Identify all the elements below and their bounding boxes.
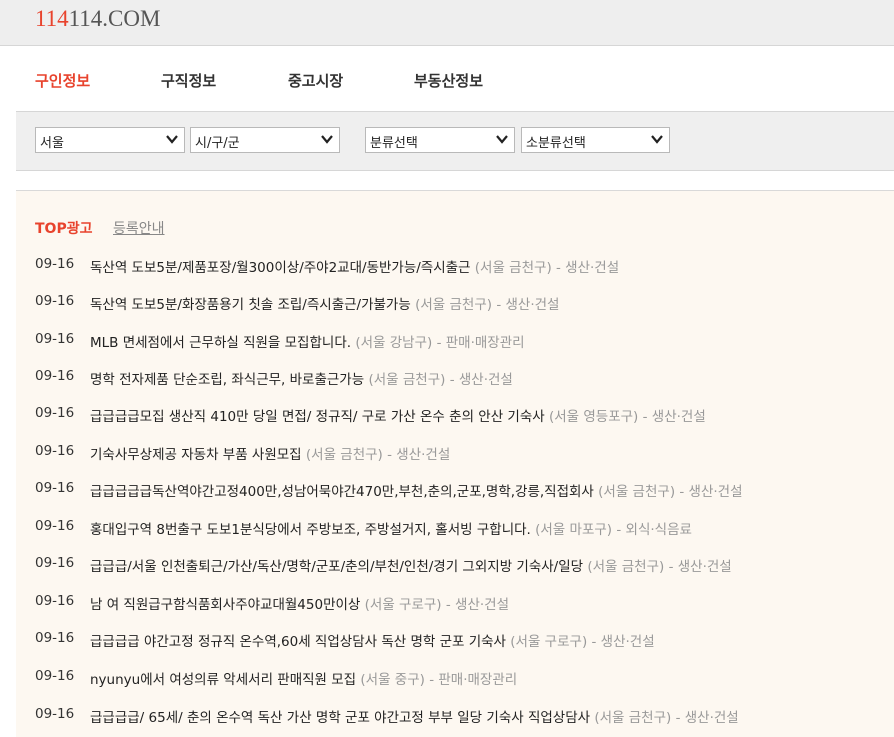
listing-category: - 생산·건설 [387, 447, 451, 463]
listing-title[interactable]: 급급급급모집 생산직 410만 당일 면접/ 정규직/ 구로 가산 온수 춘의 … [90, 409, 545, 425]
filter-bar: 서울 시/구/군 분류선택 소분류선택 [16, 111, 894, 171]
listing-location: (서울 마포구) [535, 522, 613, 538]
chevron-down-icon [651, 135, 663, 144]
listing-title[interactable]: 급급급/서울 인천출퇴근/가산/독산/명학/군포/춘의/부천/인천/경기 그외지… [90, 559, 583, 575]
top-ad-header: TOP광고 등록안내 [35, 218, 165, 238]
listing-location: (서울 금천구) [474, 260, 552, 276]
listing-category: - 생산·건설 [445, 597, 510, 613]
listing-category: - 생산·건설 [449, 372, 513, 388]
listing-location: (서울 금천구) [594, 710, 672, 726]
listing-title[interactable]: 홍대입구역 8번출구 도보1분식당에서 주방보조, 주방설거지, 홀서빙 구합니… [90, 522, 531, 538]
subcategory-select-value: 소분류선택 [526, 136, 586, 151]
listing-date: 09-16 [35, 405, 75, 421]
listing-title[interactable]: 독산역 도보5분/제품포장/월300이상/주야2교대/동반가능/즉시출근 [90, 260, 470, 276]
listing-date: 09-16 [35, 331, 75, 347]
listing-title[interactable]: 급급급급/ 65세/ 춘의 온수역 독산 가산 명학 군포 야간고정 부부 일당… [90, 710, 590, 726]
listing-date: 09-16 [35, 293, 75, 309]
listing-title[interactable]: 독산역 도보5분/화장품용기 칫솔 조립/즉시출근/가불가능 [90, 297, 411, 313]
listing-date: 09-16 [35, 593, 75, 609]
nav-item-real-estate[interactable]: 부동산정보 [414, 70, 483, 91]
listing-title[interactable]: 급급급급 야간고정 정규직 온수역,60세 직업상담사 독산 명학 군포 기숙사 [90, 634, 506, 650]
listing-category: - 생산·건설 [668, 559, 732, 575]
listing-location: (서울 금천구) [415, 297, 493, 313]
listing-category: - 판매·매장관리 [429, 672, 518, 688]
listing-location: (서울 구로구) [510, 634, 588, 650]
category-select[interactable]: 분류선택 [365, 127, 515, 153]
listing-location: (서울 중구) [360, 672, 425, 688]
listing-category: - 판매·매장관리 [436, 335, 525, 351]
listing-date: 09-16 [35, 630, 75, 646]
nav-item-job-offers[interactable]: 구인정보 [35, 70, 90, 91]
listing-date: 09-16 [35, 368, 75, 384]
listing-title[interactable]: MLB 면세점에서 근무하실 직원을 모집합니다. [90, 335, 351, 351]
listing-category: - 생산·건설 [556, 260, 620, 276]
logo-text: 114.COM [68, 6, 161, 31]
listing-title[interactable]: 명학 전자제품 단순조립, 좌식근무, 바로출근가능 [90, 372, 364, 388]
nav-item-job-seekers[interactable]: 구직정보 [161, 70, 216, 91]
listing-category: - 생산·건설 [679, 484, 743, 500]
listing-category: - 생산·건설 [496, 297, 560, 313]
listing-title[interactable]: 남 여 직원급구함식품회사주야교대월450만이상 [90, 597, 360, 613]
site-logo[interactable]: 114114.COM [35, 6, 160, 32]
listing-date: 09-16 [35, 480, 75, 496]
listing-panel: TOP광고 등록안내 09-16 독산역 도보5분/제품포장/월300이상/주야2… [16, 190, 894, 737]
chevron-down-icon [321, 135, 333, 144]
listing-location: (서울 금천구) [587, 559, 665, 575]
listing-location: (서울 강남구) [355, 335, 433, 351]
nav-item-used-market[interactable]: 중고시장 [288, 70, 343, 91]
top-ad-label: TOP광고 [35, 221, 93, 237]
top-bar: 114114.COM [0, 0, 894, 46]
listing-category: - 생산·건설 [642, 409, 706, 425]
listing-category: - 생산·건설 [591, 634, 655, 650]
region-select-value: 서울 [40, 136, 64, 151]
listing-title[interactable]: 기숙사무상제공 자동차 부품 사원모집 [90, 447, 302, 463]
chevron-down-icon [166, 135, 178, 144]
listing-date: 09-16 [35, 518, 75, 534]
region-select[interactable]: 서울 [35, 127, 185, 153]
category-select-value: 분류선택 [370, 136, 418, 151]
listing-date: 09-16 [35, 706, 75, 722]
subcategory-select[interactable]: 소분류선택 [521, 127, 670, 153]
listing-category: - 외식·식음료 [616, 522, 692, 538]
listing-location: (서울 금천구) [305, 447, 383, 463]
listing-title[interactable]: 급급급급급독산역야간고정400만,성남어묵야간470만,부천,춘의,군포,명학,… [90, 484, 594, 500]
register-info-link[interactable]: 등록안내 [113, 218, 165, 238]
listing-location: (서울 영등포구) [548, 409, 639, 425]
listing-date: 09-16 [35, 668, 75, 684]
listing-title[interactable]: nyunyu에서 여성의류 악세서리 판매직원 모집 [90, 672, 356, 688]
listing-category: - 생산·건설 [675, 710, 739, 726]
listing-date: 09-16 [35, 555, 75, 571]
main-nav: 구인정보 구직정보 중고시장 부동산정보 [0, 46, 894, 110]
listing-location: (서울 금천구) [598, 484, 676, 500]
listing-location: (서울 구로구) [364, 597, 442, 613]
district-select[interactable]: 시/구/군 [190, 127, 340, 153]
listing-date: 09-16 [35, 443, 75, 459]
listing-location: (서울 금천구) [368, 372, 446, 388]
logo-accent: 114 [35, 6, 69, 31]
listing-date: 09-16 [35, 256, 75, 272]
district-select-value: 시/구/군 [195, 136, 240, 151]
chevron-down-icon [496, 135, 508, 144]
